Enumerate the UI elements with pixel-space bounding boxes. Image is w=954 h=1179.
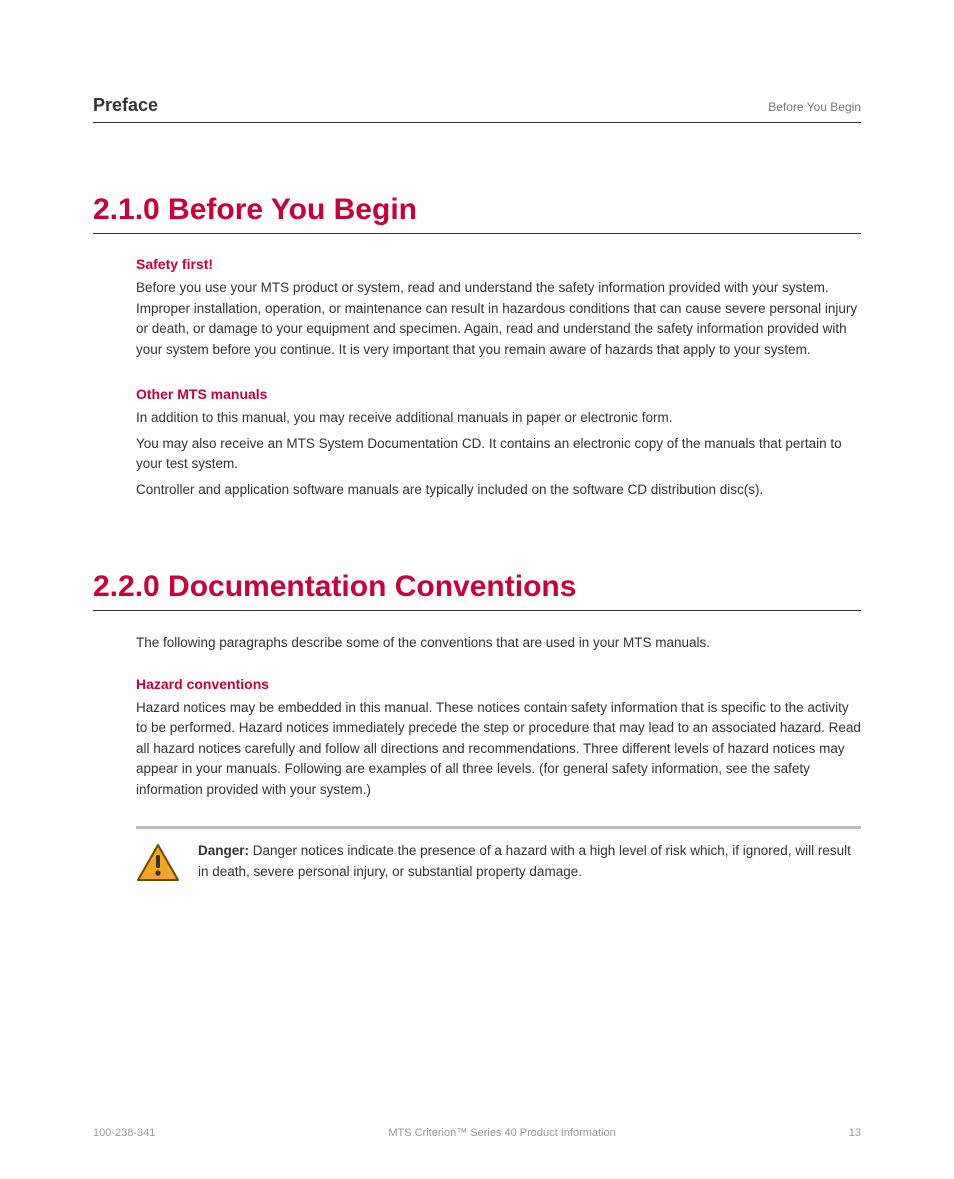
header-subtitle: Before You Begin [768, 100, 861, 114]
body-text-safety: Before you use your MTS product or syste… [136, 278, 861, 360]
docconv-intro: The following paragraphs describe some o… [93, 633, 861, 654]
subsection-other-manuals: Other MTS manuals In addition to this ma… [93, 386, 861, 500]
hazard-divider [136, 826, 861, 829]
page-footer: 100-238-341 MTS Criterion™ Series 40 Pro… [93, 1127, 861, 1139]
hazard-notice-block: Danger: Danger notices indicate the pres… [93, 826, 861, 888]
safety-paragraph-1: Before you use your MTS product or syste… [136, 278, 861, 360]
section-heading-before-you-begin: 2.1.0 Before You Begin [93, 193, 861, 234]
body-text-manuals: In addition to this manual, you may rece… [136, 408, 861, 500]
subsection-heading-hazard: Hazard conventions [136, 676, 861, 692]
header-title: Preface [93, 95, 158, 116]
footer-left: 100-238-341 [93, 1127, 155, 1139]
manuals-paragraph-1: In addition to this manual, you may rece… [136, 408, 861, 429]
manuals-paragraph-3: Controller and application software manu… [136, 480, 861, 501]
manuals-paragraph-2: You may also receive an MTS System Docum… [136, 434, 861, 475]
subsection-heading-safety: Safety first! [136, 256, 861, 272]
hazard-paragraph-1: Hazard notices may be embedded in this m… [136, 698, 861, 801]
page-header: Preface Before You Begin [93, 95, 861, 123]
subsection-heading-manuals: Other MTS manuals [136, 386, 861, 402]
footer-right: 13 [849, 1127, 861, 1139]
subsection-hazard-conventions: Hazard conventions Hazard notices may be… [93, 676, 861, 801]
danger-description: Danger notices indicate the presence of … [198, 843, 851, 879]
danger-label: Danger: [198, 843, 249, 858]
hazard-danger-text: Danger: Danger notices indicate the pres… [198, 841, 861, 882]
warning-icon [136, 843, 180, 888]
footer-center: MTS Criterion™ Series 40 Product Informa… [388, 1127, 615, 1139]
section-heading-documentation-conventions: 2.2.0 Documentation Conventions [93, 570, 861, 611]
body-text-hazard: Hazard notices may be embedded in this m… [136, 698, 861, 801]
subsection-safety-first: Safety first! Before you use your MTS pr… [93, 256, 861, 360]
